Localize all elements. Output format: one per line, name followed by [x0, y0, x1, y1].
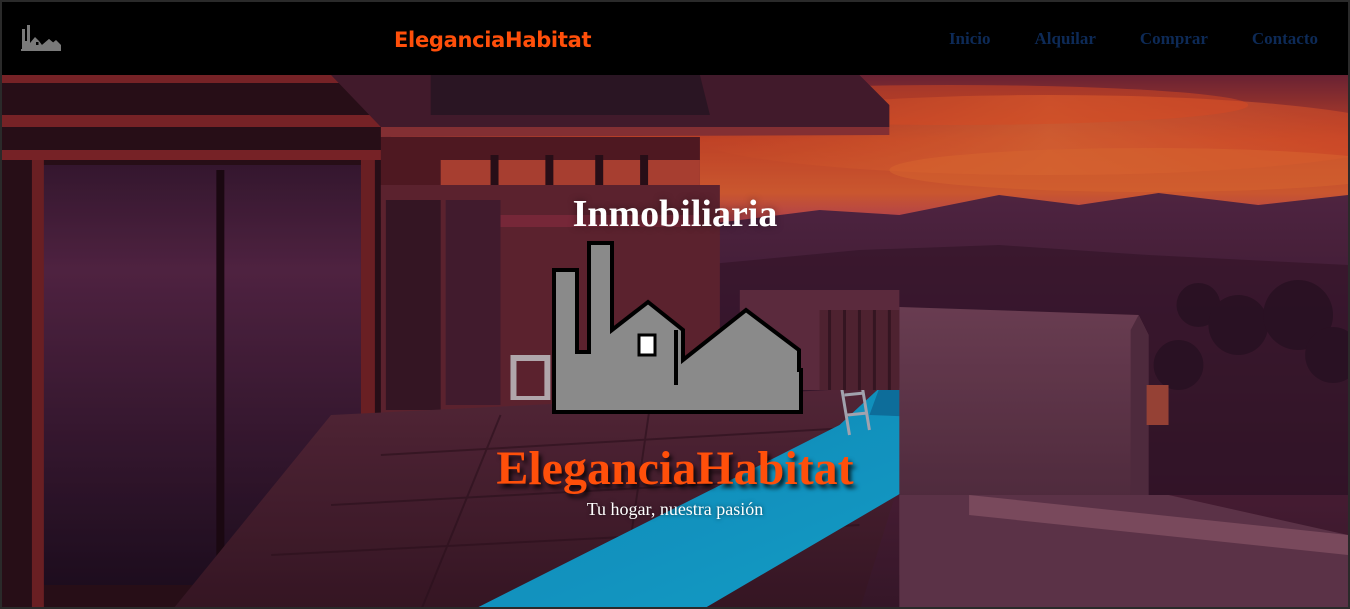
hero-section: Inmobiliaria EleganciaHabitat Tu hogar, …: [2, 75, 1348, 607]
hero-title: EleganciaHabitat: [496, 442, 854, 495]
nav-link-comprar[interactable]: Comprar: [1140, 29, 1208, 49]
factory-houses-icon: [552, 241, 803, 414]
hero-content: Inmobiliaria EleganciaHabitat Tu hogar, …: [2, 75, 1348, 607]
hero-tagline: Tu hogar, nuestra pasión: [586, 499, 764, 519]
brand-name[interactable]: EleganciaHabitat: [394, 28, 591, 52]
factory-houses-icon[interactable]: [20, 23, 62, 53]
nav-link-contacto[interactable]: Contacto: [1252, 29, 1318, 49]
nav-link-inicio[interactable]: Inicio: [949, 29, 991, 49]
nav-links: Inicio Alquilar Comprar Contacto: [949, 29, 1318, 49]
nav-link-alquilar[interactable]: Alquilar: [1035, 29, 1096, 49]
navbar: EleganciaHabitat Inicio Alquilar Comprar…: [2, 2, 1348, 75]
hero-heading: Inmobiliaria: [572, 193, 778, 235]
page-frame: EleganciaHabitat Inicio Alquilar Comprar…: [0, 0, 1350, 609]
